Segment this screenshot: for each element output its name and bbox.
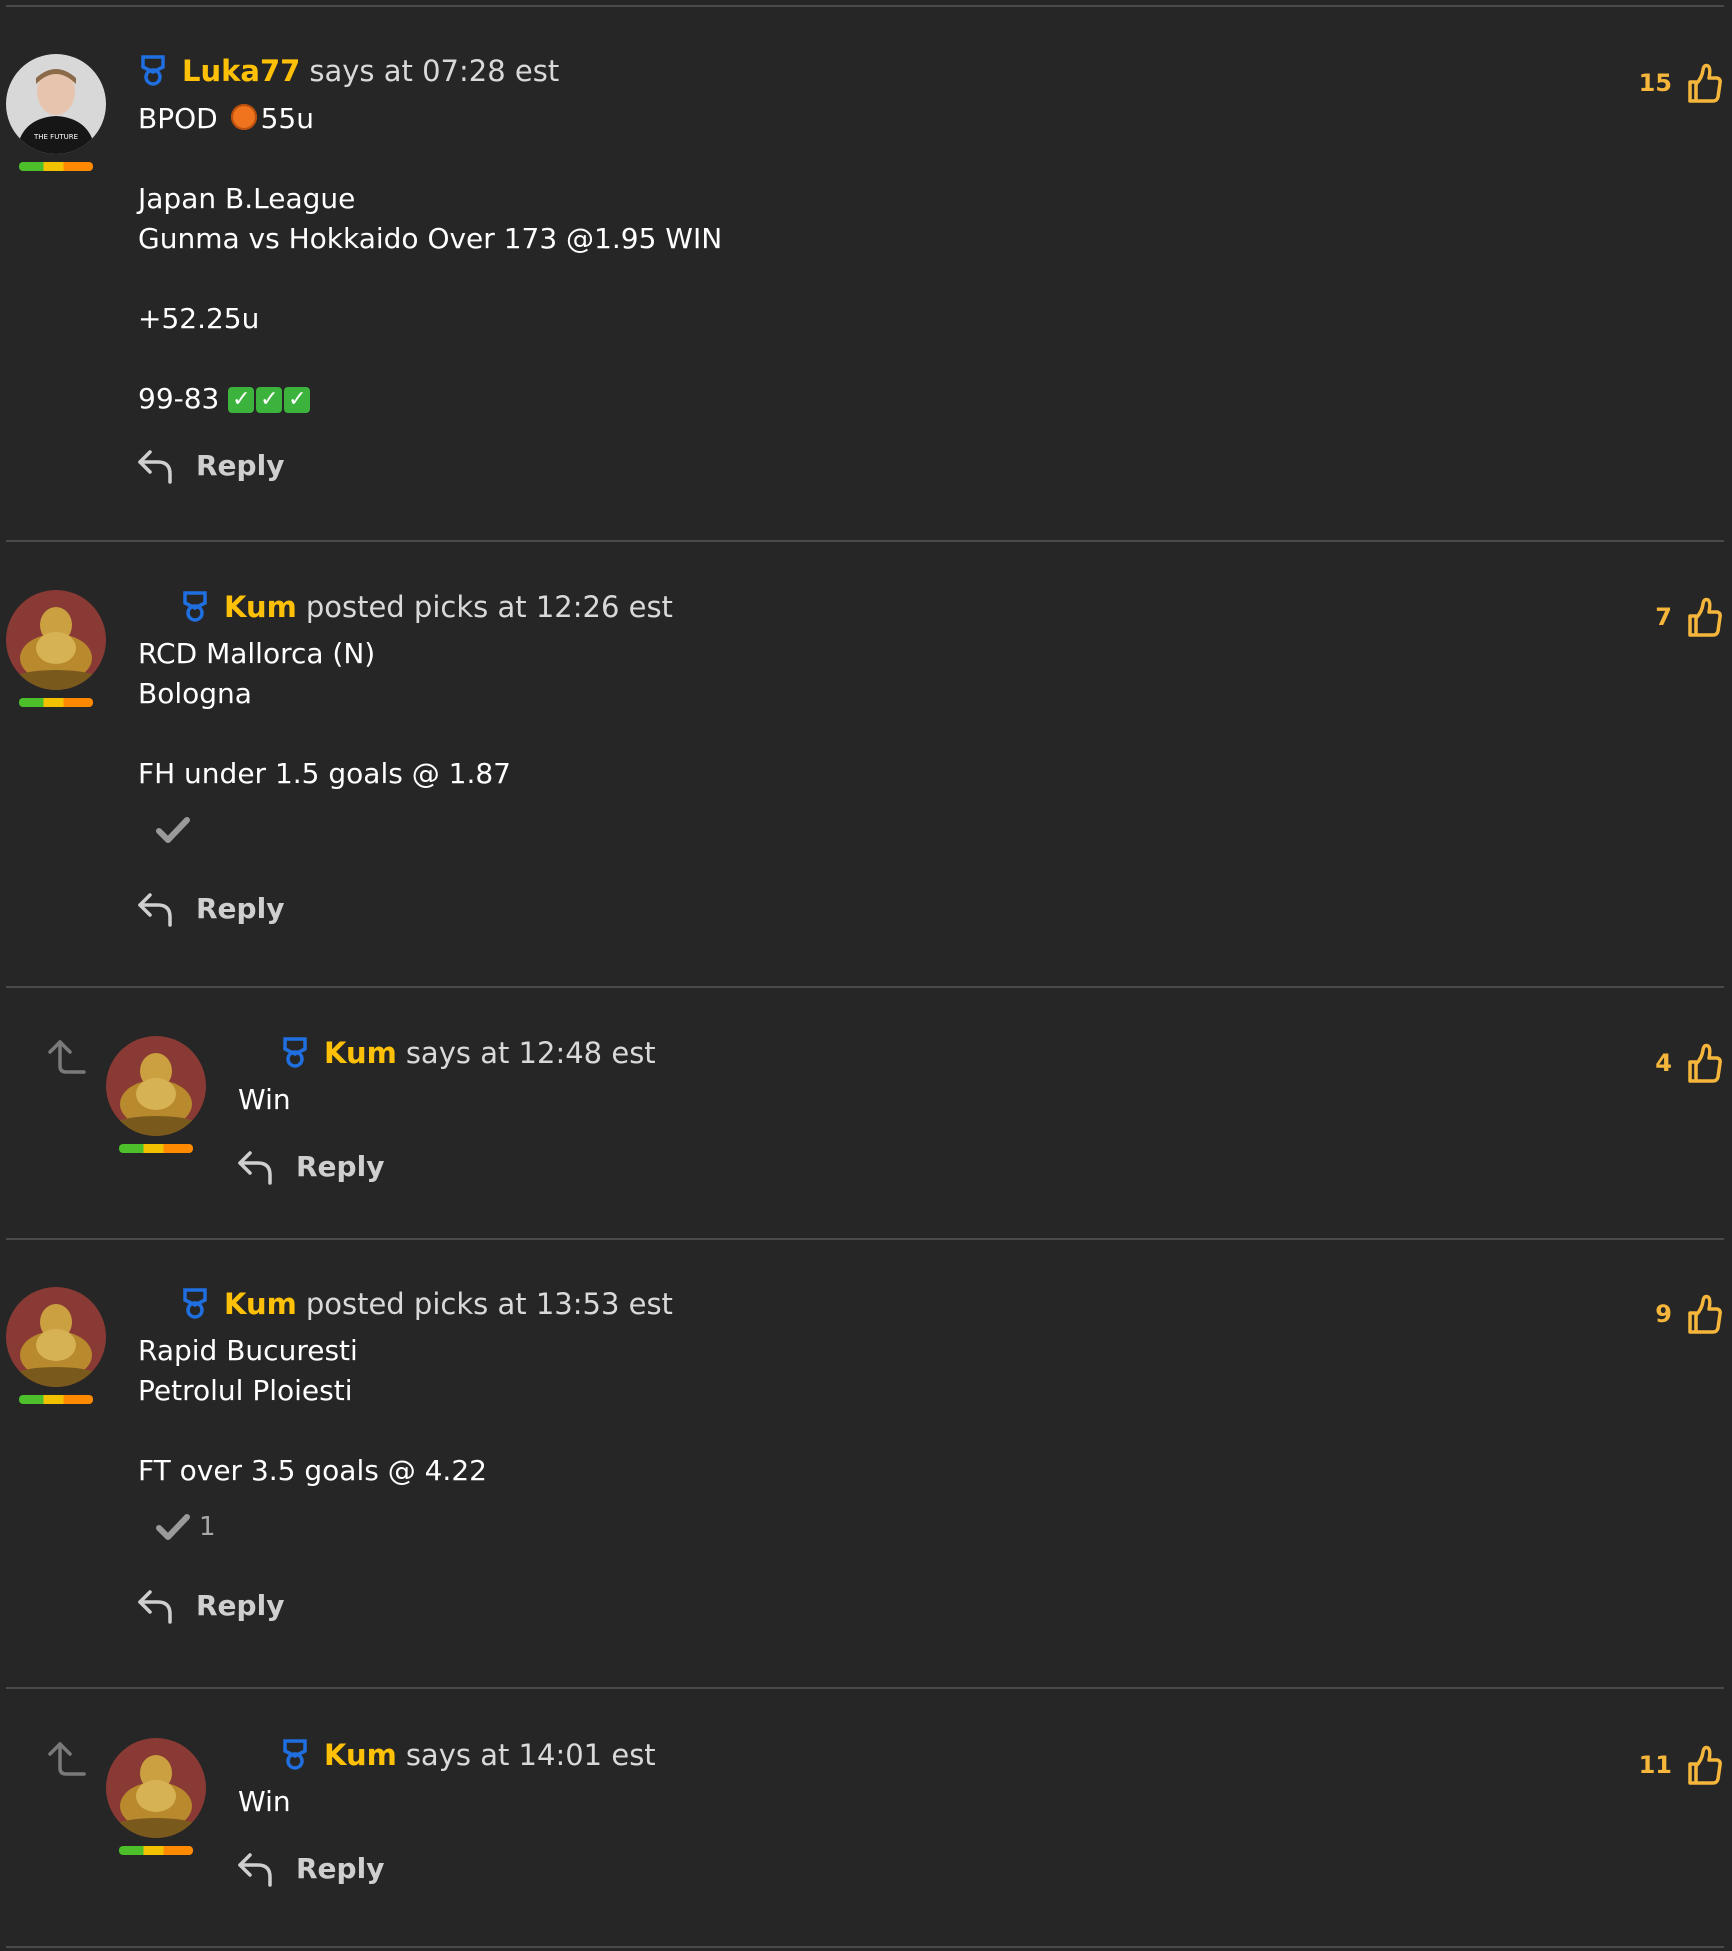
comment-action: says at 12:48 est [405, 1036, 656, 1070]
user-avatar-block[interactable] [106, 1738, 206, 1855]
thumbs-up-icon [1688, 1745, 1722, 1785]
reply-label: Reply [196, 1588, 285, 1622]
avatar[interactable]: THE FUTURE [6, 54, 106, 154]
score-text: 99-83 [138, 382, 220, 415]
reply-icon [138, 1590, 172, 1624]
basketball-icon [230, 104, 257, 130]
divider [6, 540, 1724, 542]
thumbs-up-icon [1688, 63, 1722, 103]
divider [6, 5, 1724, 7]
nested-reply-icon [48, 1040, 86, 1074]
reply-icon [238, 1853, 272, 1887]
like-button[interactable]: 7 [1655, 596, 1722, 638]
avatar[interactable] [106, 1738, 206, 1838]
medal-badge-icon [283, 1037, 307, 1068]
verify-check[interactable] [155, 815, 199, 845]
divider [6, 1238, 1724, 1240]
reply-icon [138, 893, 172, 927]
reply-label: Reply [296, 1851, 385, 1885]
divider [6, 1946, 1724, 1948]
user-avatar-block[interactable] [106, 1036, 206, 1153]
comment-body-line: Japan B.League [138, 182, 356, 215]
body-text-bpod: BPOD [138, 102, 218, 135]
comment-body-line: Gunma vs Hokkaido Over 173 @1.95 WIN [138, 222, 723, 255]
comment-body: Win [238, 1083, 291, 1116]
username[interactable]: Kum [224, 1287, 297, 1321]
reply-button[interactable]: Reply [136, 446, 284, 484]
comment-body: BPOD 55u [138, 99, 314, 139]
comment-action: says at 14:01 est [405, 1738, 656, 1772]
thumbs-up-icon [1688, 1043, 1722, 1083]
reply-icon [238, 1151, 272, 1185]
checkmark-icon [156, 817, 190, 843]
reply-label: Reply [196, 891, 285, 925]
reply-icon [138, 450, 172, 484]
like-button[interactable]: 11 [1639, 1744, 1722, 1786]
avatar[interactable] [106, 1036, 206, 1136]
body-text-units: 55u [260, 102, 314, 135]
medal-badge-icon [141, 55, 165, 86]
avatar[interactable] [6, 1287, 106, 1387]
score-line: 99-83 ✓ ✓ ✓ [138, 379, 312, 419]
like-count: 7 [1655, 603, 1672, 631]
username[interactable]: Kum [224, 590, 297, 624]
medal-badge-icon [183, 591, 207, 622]
comment-header: Luka77 says at 07:28 est [138, 54, 559, 88]
username[interactable]: Luka77 [182, 54, 300, 88]
username[interactable]: Kum [324, 1738, 397, 1772]
comment-header: Kum says at 12:48 est [280, 1036, 656, 1070]
comment-header: Kum posted picks at 13:53 est [180, 1287, 673, 1321]
comment-body-line: +52.25u [138, 302, 260, 335]
comment-body: Win [238, 1785, 291, 1818]
check-count: 1 [199, 1512, 216, 1542]
reply-label: Reply [296, 1149, 385, 1183]
divider [6, 986, 1724, 988]
level-bar [119, 1846, 193, 1855]
comment-action: posted picks at 13:53 est [305, 1287, 673, 1321]
medal-badge-icon [283, 1739, 307, 1770]
level-bar [119, 1144, 193, 1153]
checkmark-icon [156, 1514, 190, 1540]
reply-button[interactable]: Reply [136, 1586, 284, 1624]
like-count: 9 [1655, 1300, 1672, 1328]
username[interactable]: Kum [324, 1036, 397, 1070]
like-count: 4 [1655, 1049, 1672, 1077]
comment-action: posted picks at 12:26 est [305, 590, 673, 624]
level-bar [19, 162, 93, 171]
like-button[interactable]: 15 [1639, 62, 1722, 104]
nested-reply-icon [48, 1742, 86, 1776]
reply-label: Reply [196, 448, 285, 482]
comment-body: RCD Mallorca (N) Bologna FH under 1.5 go… [138, 637, 511, 790]
thumbs-up-icon [1688, 597, 1722, 637]
like-count: 11 [1638, 1751, 1672, 1779]
verify-check[interactable]: 1 [155, 1512, 216, 1542]
like-button[interactable]: 9 [1655, 1293, 1722, 1335]
level-bar [19, 1395, 93, 1404]
check-mark-icon: ✓ [284, 387, 311, 413]
like-button[interactable]: 4 [1655, 1042, 1722, 1084]
user-avatar-block[interactable]: THE FUTURE [6, 54, 106, 171]
avatar[interactable] [6, 590, 106, 690]
thumbs-up-icon [1688, 1294, 1722, 1334]
check-mark-icon: ✓ [228, 387, 255, 413]
comment-header: Kum posted picks at 12:26 est [180, 590, 673, 624]
comment-header: Kum says at 14:01 est [280, 1738, 656, 1772]
check-mark-icon: ✓ [256, 387, 283, 413]
svg-text:THE FUTURE: THE FUTURE [33, 133, 78, 141]
user-avatar-block[interactable] [6, 1287, 106, 1404]
comment-action: says at 07:28 est [309, 54, 560, 88]
level-bar [19, 698, 93, 707]
reply-button[interactable]: Reply [236, 1849, 384, 1887]
comment-body: Rapid Bucuresti Petrolul Ploiesti FT ove… [138, 1334, 487, 1487]
reply-button[interactable]: Reply [236, 1147, 384, 1185]
user-avatar-block[interactable] [6, 590, 106, 707]
divider [6, 1687, 1724, 1689]
like-count: 15 [1638, 69, 1672, 97]
reply-button[interactable]: Reply [136, 889, 284, 927]
medal-badge-icon [183, 1288, 207, 1319]
